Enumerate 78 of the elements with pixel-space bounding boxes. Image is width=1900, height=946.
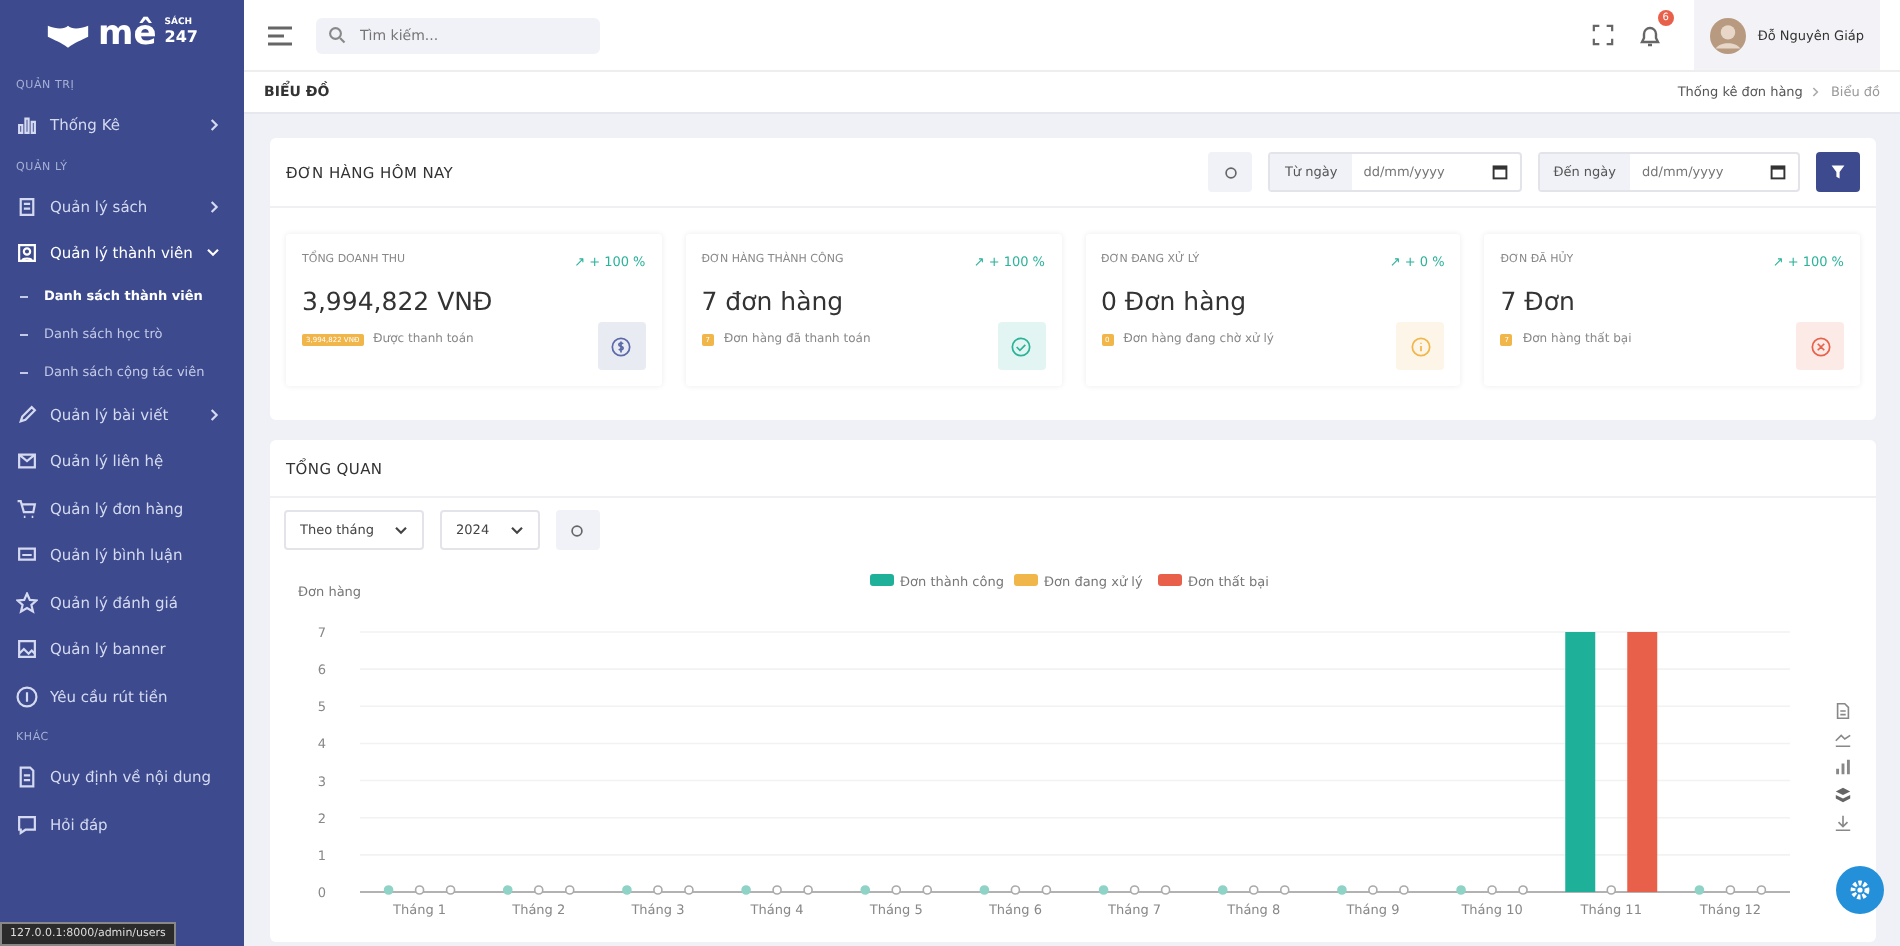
logo-tag-number: 247 — [164, 30, 198, 48]
chevron-down-icon — [509, 525, 524, 535]
chart-point — [1518, 885, 1528, 895]
filter-button[interactable] — [1816, 152, 1860, 192]
chart-point — [1010, 885, 1021, 895]
chart-point — [502, 885, 513, 895]
chart-point — [979, 885, 990, 895]
calendar-icon — [1491, 164, 1508, 180]
chart-point — [1248, 885, 1259, 895]
chart-point — [1487, 885, 1497, 895]
stat-value: 3,994,822 VNĐ — [302, 286, 495, 316]
chart-point — [1694, 885, 1705, 895]
cross-icon — [1807, 333, 1833, 359]
chart-point — [1129, 885, 1140, 895]
line-chart-icon[interactable] — [1834, 730, 1852, 748]
search-icon — [328, 26, 346, 44]
fullscreen-icon[interactable] — [1591, 24, 1614, 46]
chat-icon — [16, 813, 38, 836]
chart-point — [653, 885, 663, 895]
chart-point — [1041, 885, 1052, 895]
stat-value: 0 Đơn hàng — [1101, 286, 1249, 316]
chart-point — [1160, 885, 1171, 895]
refresh-button[interactable] — [555, 510, 600, 550]
chart-point — [533, 885, 544, 895]
doc-icon — [16, 766, 38, 789]
chart-point — [860, 885, 871, 895]
chart-point — [1756, 885, 1767, 895]
book-icon — [16, 195, 38, 218]
chart-point — [1337, 885, 1347, 895]
pen-icon — [16, 403, 38, 426]
chart-point — [1606, 885, 1617, 895]
mail-icon — [16, 450, 38, 473]
calendar-icon — [1770, 164, 1786, 180]
chevron-right-icon — [1812, 86, 1821, 98]
chart-point — [891, 885, 902, 895]
document-icon[interactable] — [1834, 702, 1852, 720]
chart-point — [1368, 885, 1378, 895]
chart-point — [445, 885, 456, 895]
refresh-icon — [570, 523, 585, 537]
chart-point — [383, 885, 394, 895]
stat-value: 7 đơn hàng — [701, 286, 846, 316]
chart-icon — [16, 114, 38, 137]
chart-point — [1456, 885, 1466, 895]
chart-point — [772, 885, 782, 895]
chart-point — [741, 885, 751, 895]
download-icon[interactable] — [1834, 814, 1852, 832]
chart-point — [1725, 885, 1736, 895]
chart-point — [1217, 885, 1228, 895]
refresh-icon — [1223, 165, 1238, 179]
comment-icon — [16, 544, 38, 567]
chevron-down-icon — [394, 525, 409, 535]
chart-point — [684, 885, 694, 895]
filter-icon — [1830, 164, 1846, 180]
info-icon — [1407, 333, 1434, 359]
stack-icon[interactable] — [1834, 786, 1852, 804]
chart-point — [922, 885, 933, 895]
refresh-button[interactable] — [1208, 152, 1253, 192]
logo-text: mê — [98, 17, 157, 51]
chart-point — [414, 885, 425, 895]
chart-point — [1098, 885, 1109, 895]
check-icon — [1008, 333, 1034, 359]
chart-point — [803, 885, 813, 895]
chart-point — [622, 885, 632, 895]
chart-point — [564, 885, 575, 895]
image-icon — [16, 638, 38, 661]
stat-value: 7 Đơn — [1500, 286, 1577, 316]
users-icon — [16, 242, 38, 265]
settings-icon — [1848, 878, 1872, 902]
bar-chart-icon[interactable] — [1834, 758, 1852, 776]
star-icon — [16, 591, 38, 614]
bell-icon[interactable] — [1637, 23, 1662, 47]
avatar-icon — [1709, 17, 1746, 53]
menu-icon[interactable] — [268, 25, 292, 45]
chart-point — [1399, 885, 1409, 895]
cart-icon — [16, 497, 38, 520]
chart-point — [1279, 885, 1290, 895]
dollar-icon — [608, 333, 635, 359]
coin-icon — [16, 685, 38, 708]
